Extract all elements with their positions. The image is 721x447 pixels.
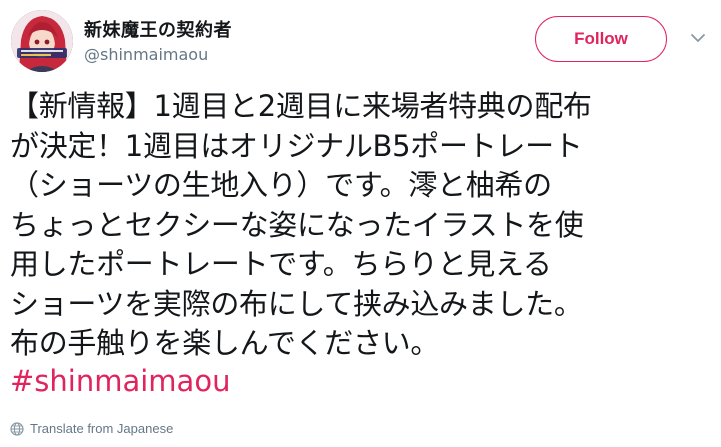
avatar[interactable] (11, 10, 73, 72)
translate-label: Translate from Japanese (30, 420, 174, 436)
avatar-image (11, 10, 73, 72)
tweet-text-line: が決定！1週目はオリジナルB5ポートレート (10, 128, 583, 163)
tweet-text-line: 用したポートレートです。ちらりと見える (10, 247, 552, 281)
tweet-text-line: ショーツを実際の布にして挟み込みました。 (10, 286, 583, 321)
hashtag-link[interactable]: #shinmaimaou (10, 362, 230, 402)
tweet-text: 【新情報】1週目と2週目に来場者特典の配布 が決定！1週目はオリジナルB5ポートレ… (10, 87, 715, 364)
user-handle[interactable]: @shinmaimaou (84, 45, 208, 64)
tweet-text-line: 【新情報】1週目と2週目に来場者特典の配布 (10, 89, 592, 123)
tweet-card: 新妹魔王の契約者 @shinmaimaou Follow 【新情報】1週目と2週… (0, 0, 721, 447)
tweet-text-line: 布の手触りを楽しんでください。 (10, 326, 440, 360)
display-name[interactable]: 新妹魔王の契約者 (84, 16, 232, 42)
tweet-text-line: ちょっとセクシーな姿になったイラストを使 (10, 207, 584, 242)
tweet-text-line: （ショーツの生地入り）です。澪と柚希の (10, 168, 552, 202)
globe-icon (10, 421, 24, 436)
translate-link[interactable]: Translate from Japanese (10, 418, 173, 438)
chevron-down-icon[interactable] (690, 30, 706, 46)
follow-button[interactable]: Follow (535, 16, 667, 62)
